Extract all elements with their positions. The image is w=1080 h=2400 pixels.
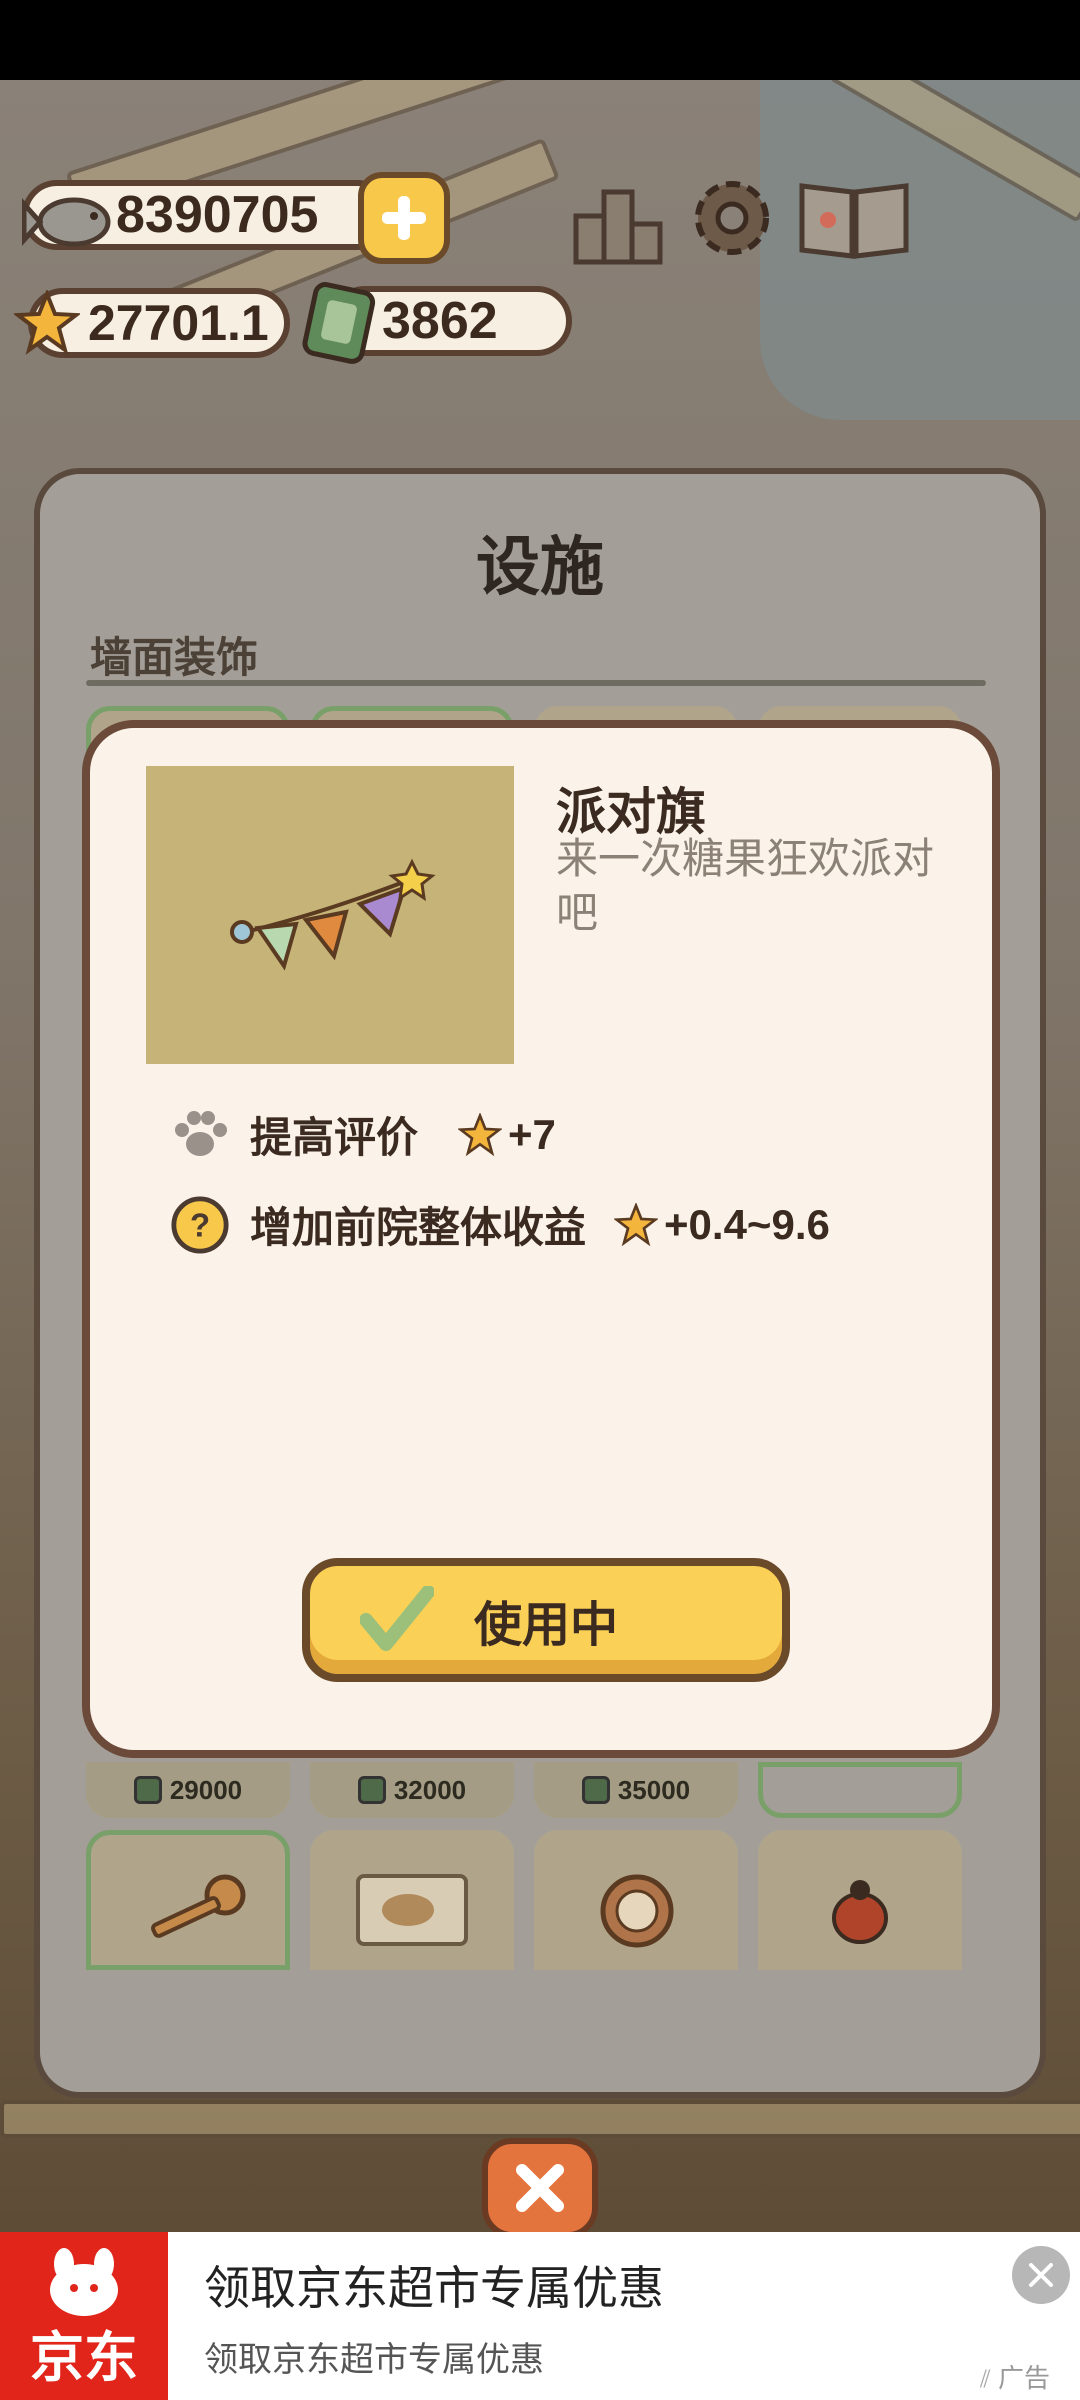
background-shelf	[0, 2100, 1080, 2138]
close-button[interactable]	[482, 2138, 598, 2238]
item-card-beetle[interactable]	[758, 1830, 962, 1970]
stat-rating-label: 提高评价	[250, 1114, 419, 1161]
settings-button[interactable]	[686, 172, 778, 264]
settings-title: 设施	[476, 531, 604, 603]
ad-mark-icon: ⫽	[980, 2366, 991, 2393]
stat-rating-value: +7	[508, 1110, 556, 1158]
ticket-icon	[357, 1776, 386, 1804]
stat-income-label: 增加前院整体收益	[250, 1204, 587, 1251]
book-icon	[799, 183, 909, 259]
plus-icon	[382, 196, 426, 240]
gear-icon	[695, 181, 769, 255]
star-icon	[14, 290, 80, 355]
price-tag	[758, 1762, 962, 1818]
ad-close-button[interactable]	[1012, 2246, 1070, 2304]
price-tag: 32000	[310, 1762, 514, 1818]
ad-title: 领取京东超市专属优惠	[204, 2262, 664, 2314]
clock-icon	[600, 1874, 674, 1948]
price-value: 29000	[169, 1774, 243, 1805]
beetle-icon	[832, 1880, 888, 1944]
jd-dog-icon	[50, 2248, 118, 2316]
svg-text:?: ?	[190, 1206, 210, 1243]
ad-mark: ⫽ 广告	[980, 2358, 1050, 2395]
in-use-button[interactable]: 使用中	[302, 1558, 790, 1682]
close-icon	[516, 2164, 564, 2212]
star-icon	[614, 1202, 659, 1246]
item-preview	[146, 766, 514, 1064]
check-icon	[360, 1586, 434, 1651]
item-card-key[interactable]	[86, 1830, 290, 1970]
leaderboard-icon	[573, 189, 663, 265]
price-tag: 29000	[86, 1762, 290, 1818]
section-label: 墙面装饰	[90, 634, 259, 681]
price-value: 32000	[393, 1774, 467, 1805]
handbook-button[interactable]	[796, 174, 912, 264]
fish-icon	[22, 197, 111, 247]
in-use-label: 使用中	[473, 1599, 618, 1652]
jd-logo-text: 京东	[30, 2328, 138, 2388]
key-icon	[151, 1874, 246, 1938]
paw-icon	[170, 1105, 230, 1165]
ticket-icon	[581, 1776, 610, 1804]
stat-income-value: +0.4~9.6	[664, 1200, 830, 1248]
add-fish-button[interactable]	[358, 172, 450, 264]
price-tag: 35000	[534, 1762, 738, 1818]
item-description: 来一次糖果狂欢派对吧	[556, 835, 935, 936]
jd-logo: 京东	[0, 2232, 168, 2400]
price-value: 35000	[617, 1774, 691, 1805]
ad-banner[interactable]: 京东 领取京东超市专属优惠 领取京东超市专属优惠	[0, 2232, 1080, 2400]
star-icon	[458, 1112, 503, 1156]
ticket-icon	[302, 282, 376, 364]
party-flag-icon	[230, 858, 436, 971]
leaderboard-button[interactable]	[572, 178, 664, 266]
item-card-map[interactable]	[310, 1830, 514, 1970]
stat-rating: 提高评价 +7	[170, 1104, 556, 1165]
item-card-clock[interactable]	[534, 1830, 738, 1970]
stat-income: ? 增加前院整体收益 +0.4~9.6	[170, 1194, 830, 1255]
section-divider	[86, 680, 986, 686]
item-detail-card: 派对旗 来一次糖果狂欢派对吧 提高评价 +7 ? 增加前院整体收益 +0.4~9…	[82, 720, 1000, 1758]
status-bar	[0, 0, 1080, 80]
ad-subtitle: 领取京东超市专属优惠	[204, 2341, 544, 2379]
ticket-icon	[133, 1776, 162, 1804]
map-icon	[356, 1874, 468, 1946]
close-icon	[1029, 2263, 1053, 2287]
ad-mark-label: 广告	[997, 2363, 1050, 2393]
help-icon[interactable]: ?	[170, 1195, 230, 1255]
